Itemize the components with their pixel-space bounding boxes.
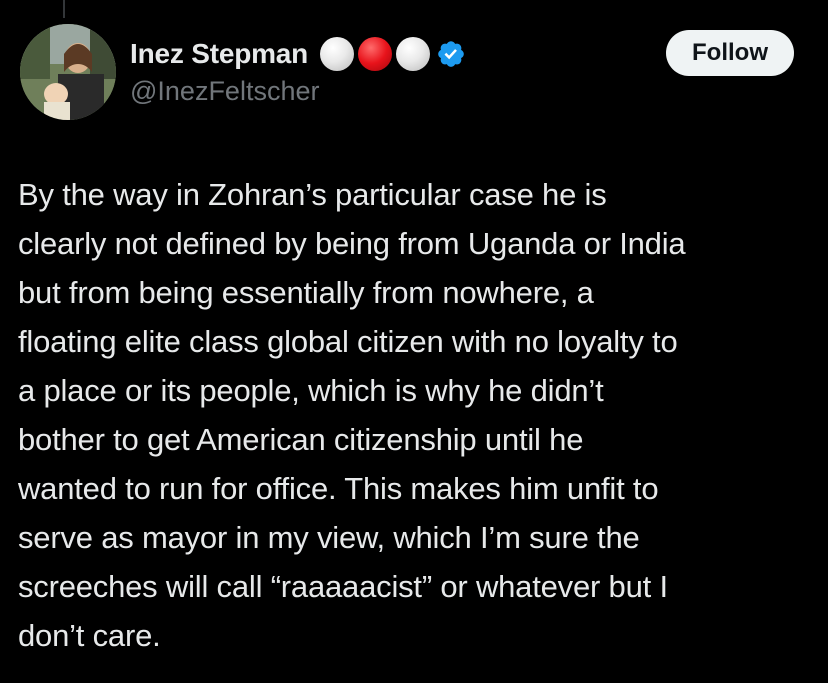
thread-connector-line bbox=[63, 0, 65, 18]
follow-button[interactable]: Follow bbox=[666, 30, 794, 76]
tweet-text-line: but from being essentially from nowhere,… bbox=[18, 275, 594, 310]
tweet-text-line: serve as mayor in my view, which I’m sur… bbox=[18, 520, 640, 555]
avatar-photo bbox=[20, 24, 116, 120]
tweet-text-line: bother to get American citizenship until… bbox=[18, 422, 584, 457]
tweet-text-line: By the way in Zohran’s particular case h… bbox=[18, 177, 607, 212]
tweet-text-line: wanted to run for office. This makes him… bbox=[18, 471, 659, 506]
tweet-text-line: clearly not defined by being from Uganda… bbox=[18, 226, 686, 261]
avatar[interactable] bbox=[20, 24, 116, 120]
red-circle-emoji bbox=[358, 37, 393, 71]
author-handle[interactable]: @InezFeltscher bbox=[130, 76, 319, 107]
tweet-text: By the way in Zohran’s particular case h… bbox=[18, 170, 818, 660]
white-circle-emoji bbox=[320, 37, 355, 71]
tweet-text-line: screeches will call “raaaaacist” or what… bbox=[18, 569, 668, 604]
verified-badge-icon[interactable] bbox=[436, 39, 466, 69]
white-circle-emoji bbox=[396, 37, 431, 71]
tweet-text-line: don’t care. bbox=[18, 618, 161, 653]
tweet-text-line: floating elite class global citizen with… bbox=[18, 324, 678, 359]
author-display-name[interactable]: Inez Stepman bbox=[130, 38, 308, 70]
author-name-row: Inez Stepman bbox=[130, 34, 466, 74]
tweet-text-line: a place or its people, which is why he d… bbox=[18, 373, 604, 408]
